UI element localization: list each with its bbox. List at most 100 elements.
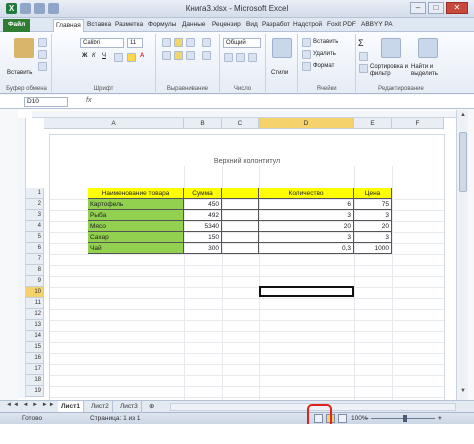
row-header[interactable]: 5 [26, 232, 44, 243]
scroll-down-icon[interactable]: ▼ [460, 388, 466, 394]
cut-icon[interactable] [38, 38, 47, 47]
fill-color-icon[interactable] [127, 53, 136, 62]
underline-button[interactable]: Ч [102, 53, 106, 59]
row-header[interactable]: 3 [26, 210, 44, 221]
row-header[interactable]: 6 [26, 243, 44, 254]
table-cell[interactable]: 20 [354, 221, 392, 232]
find-select-icon[interactable] [418, 38, 438, 58]
format-cells-icon[interactable] [302, 62, 311, 71]
table-cell[interactable] [222, 210, 259, 221]
vertical-scrollbar[interactable]: ▲ ▼ [456, 110, 468, 400]
row-header[interactable]: 11 [26, 298, 44, 309]
delete-cells-button[interactable]: Удалить [313, 51, 336, 57]
currency-icon[interactable] [224, 53, 233, 62]
table-cell[interactable] [222, 243, 259, 254]
table-cell[interactable]: 492 [184, 210, 222, 221]
row-header[interactable]: 14 [26, 331, 44, 342]
table-cell[interactable]: 5340 [184, 221, 222, 232]
sheet-tab-1[interactable]: Лист1 [58, 401, 84, 412]
row-header[interactable]: 16 [26, 353, 44, 364]
sheet-tab-3[interactable]: Лист3 [117, 401, 142, 412]
zoom-in-icon[interactable]: + [438, 413, 442, 424]
font-size-select[interactable]: 11 [127, 38, 143, 48]
tab-insert[interactable]: Вставка [85, 19, 113, 32]
autosum-icon[interactable]: Σ [358, 38, 364, 48]
minimize-button[interactable]: – [410, 2, 426, 14]
tab-home[interactable]: Главная [53, 19, 84, 32]
wrap-text-icon[interactable] [202, 38, 211, 47]
align-right-icon[interactable] [186, 51, 195, 60]
fx-icon[interactable]: fx [86, 97, 91, 104]
table-cell[interactable]: 450 [184, 199, 222, 210]
styles-button[interactable]: Стили [271, 70, 288, 76]
column-header-e[interactable]: E [354, 118, 392, 129]
delete-cells-icon[interactable] [302, 50, 311, 59]
clear-icon[interactable] [359, 64, 368, 73]
table-cell[interactable]: 6 [259, 199, 354, 210]
table-cell[interactable]: Сахар [88, 232, 184, 243]
bold-button[interactable]: Ж [82, 53, 87, 59]
row-header[interactable]: 19 [26, 386, 44, 397]
insert-cells-icon[interactable] [302, 38, 311, 47]
zoom-out-icon[interactable]: – [365, 413, 369, 424]
page-header-text[interactable]: Верхний колонтитул [50, 158, 444, 165]
align-top-icon[interactable] [162, 38, 171, 47]
format-cells-button[interactable]: Формат [313, 63, 334, 69]
table-cell[interactable]: 3 [259, 210, 354, 221]
insert-cells-button[interactable]: Вставить [313, 39, 338, 45]
row-header[interactable]: 7 [26, 254, 44, 265]
tab-formulas[interactable]: Формулы [146, 19, 178, 32]
sort-filter-button[interactable]: Сортировка и фильтр [370, 64, 410, 78]
row-header[interactable]: 4 [26, 221, 44, 232]
table-cell[interactable]: 20 [259, 221, 354, 232]
column-header-b[interactable]: B [184, 118, 222, 129]
borders-icon[interactable] [114, 53, 123, 62]
number-format-select[interactable]: Общий [223, 38, 261, 48]
row-header[interactable]: 9 [26, 276, 44, 287]
table-cell[interactable]: Рыба [88, 210, 184, 221]
align-middle-icon[interactable] [174, 38, 183, 47]
row-header[interactable]: 1 [26, 188, 44, 199]
font-name-select[interactable]: Calibri [80, 38, 124, 48]
row-header[interactable]: 12 [26, 309, 44, 320]
column-header-a[interactable]: A [44, 118, 184, 129]
table-cell[interactable]: Мясо [88, 221, 184, 232]
align-center-icon[interactable] [174, 51, 183, 60]
row-header[interactable]: 10 [26, 287, 44, 298]
row-header[interactable]: 15 [26, 342, 44, 353]
tab-developer[interactable]: Разработ [260, 19, 292, 32]
column-header-f[interactable]: F [392, 118, 444, 129]
table-cell[interactable]: Картофель [88, 199, 184, 210]
format-painter-icon[interactable] [38, 62, 47, 71]
sheet-tab-2[interactable]: Лист2 [88, 401, 113, 412]
tab-foxit[interactable]: Foxit PDF [325, 19, 358, 32]
sheet-nav-icons[interactable]: ◄◄ ◄ ► ►► [6, 402, 56, 408]
row-header[interactable]: 17 [26, 364, 44, 375]
table-cell[interactable]: Чай [88, 243, 184, 254]
thousands-icon[interactable] [248, 53, 257, 62]
column-header-c[interactable]: C [222, 118, 259, 129]
table-cell[interactable]: 3 [259, 232, 354, 243]
table-cell[interactable]: 300 [184, 243, 222, 254]
find-select-button[interactable]: Найти и выделить [411, 64, 445, 78]
tab-addins[interactable]: Надстрой [291, 19, 324, 32]
row-header[interactable]: 18 [26, 375, 44, 386]
sort-filter-icon[interactable] [381, 38, 401, 58]
row-header[interactable]: 8 [26, 265, 44, 276]
vertical-scroll-thumb[interactable] [459, 132, 467, 192]
fill-icon[interactable] [359, 52, 368, 61]
row-header[interactable]: 2 [26, 199, 44, 210]
align-bottom-icon[interactable] [186, 38, 195, 47]
page-break-view-icon[interactable] [338, 414, 347, 423]
table-cell[interactable] [222, 232, 259, 243]
tab-review[interactable]: Рецензир [210, 19, 243, 32]
table-cell[interactable] [222, 199, 259, 210]
maximize-button[interactable]: □ [428, 2, 444, 14]
table-header-cell[interactable] [222, 188, 259, 199]
table-cell[interactable]: 0,3 [259, 243, 354, 254]
table-header-cell[interactable]: Сумма [184, 188, 222, 199]
clipboard-icon[interactable] [14, 38, 34, 58]
percent-icon[interactable] [236, 53, 245, 62]
italic-button[interactable]: К [92, 53, 96, 59]
close-button[interactable]: ✕ [446, 2, 468, 14]
